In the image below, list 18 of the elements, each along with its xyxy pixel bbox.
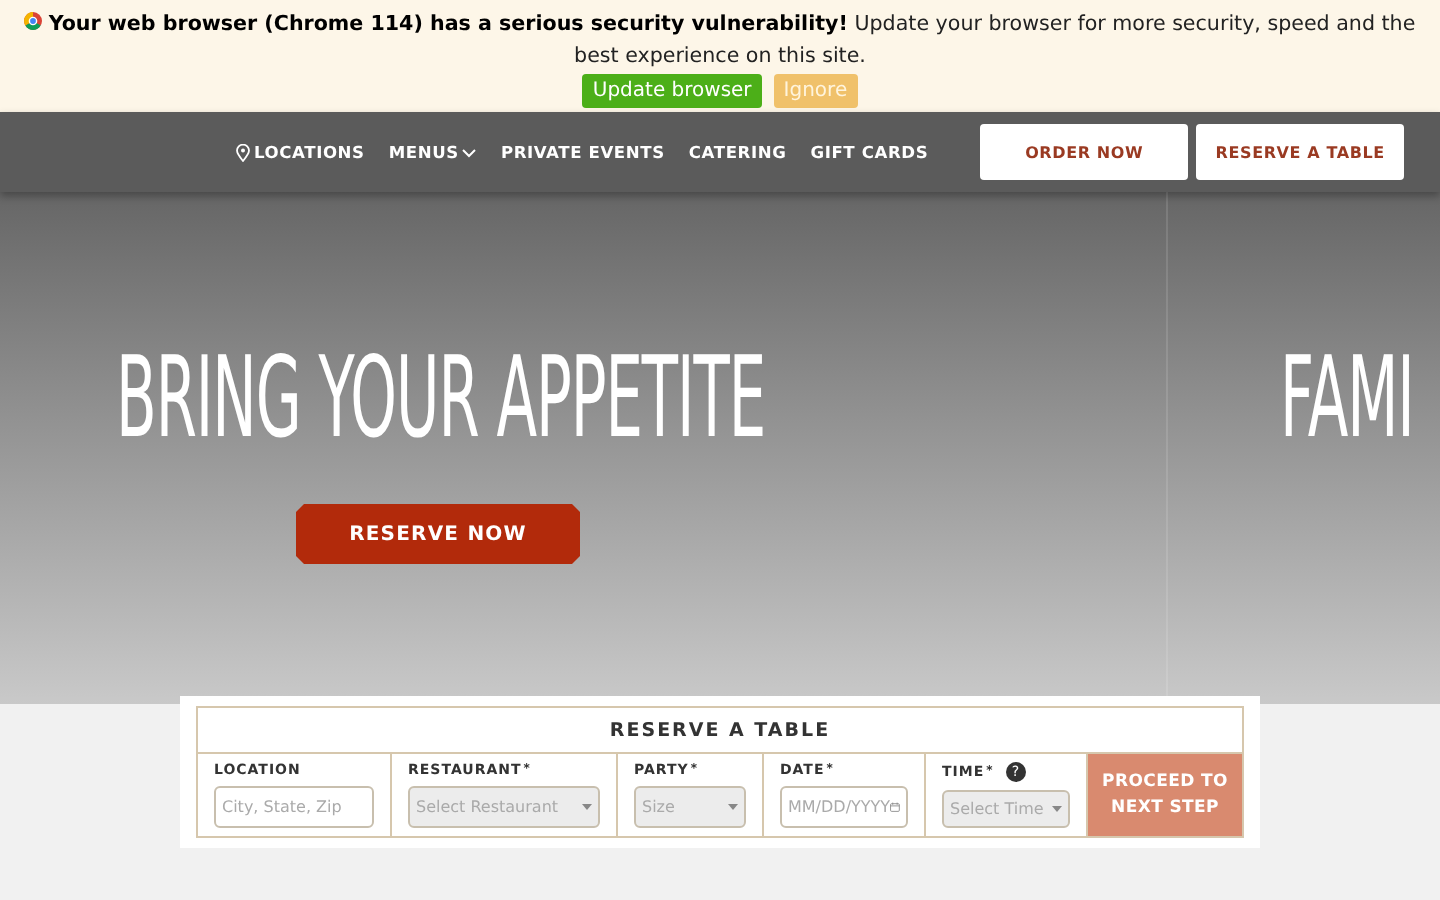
nav-link[interactable]: GIFT CARDS	[810, 142, 929, 162]
reserve-table-button[interactable]: RESERVE A TABLE	[1196, 124, 1405, 180]
reserve-now-button[interactable]: RESERVE NOW	[296, 504, 580, 564]
hero-headline: FAMI	[1280, 340, 1414, 460]
chevron-down-icon	[462, 147, 477, 157]
hero-headline: BRING YOUR APPETITE	[116, 340, 766, 460]
nav-link[interactable]: LOCATIONS	[236, 142, 365, 162]
nav-link[interactable]: CATERING	[688, 142, 787, 162]
order-now-button[interactable]: ORDER NOW	[980, 124, 1189, 180]
location-pin-icon	[236, 143, 250, 161]
chrome-icon	[24, 12, 43, 30]
calendar-icon	[890, 798, 900, 816]
caret-icon	[1052, 806, 1062, 812]
caret-icon	[582, 804, 592, 810]
caret-icon	[728, 804, 738, 810]
nav-link[interactable]: MENUS	[388, 142, 477, 162]
browser-warning: Your web browser (Chrome 114) has a serious security vulnerability! Update your browser for more security, speed and the best experience on this site.	[16, 8, 1424, 72]
nav-link[interactable]: PRIVATE EVENTS	[500, 142, 665, 162]
